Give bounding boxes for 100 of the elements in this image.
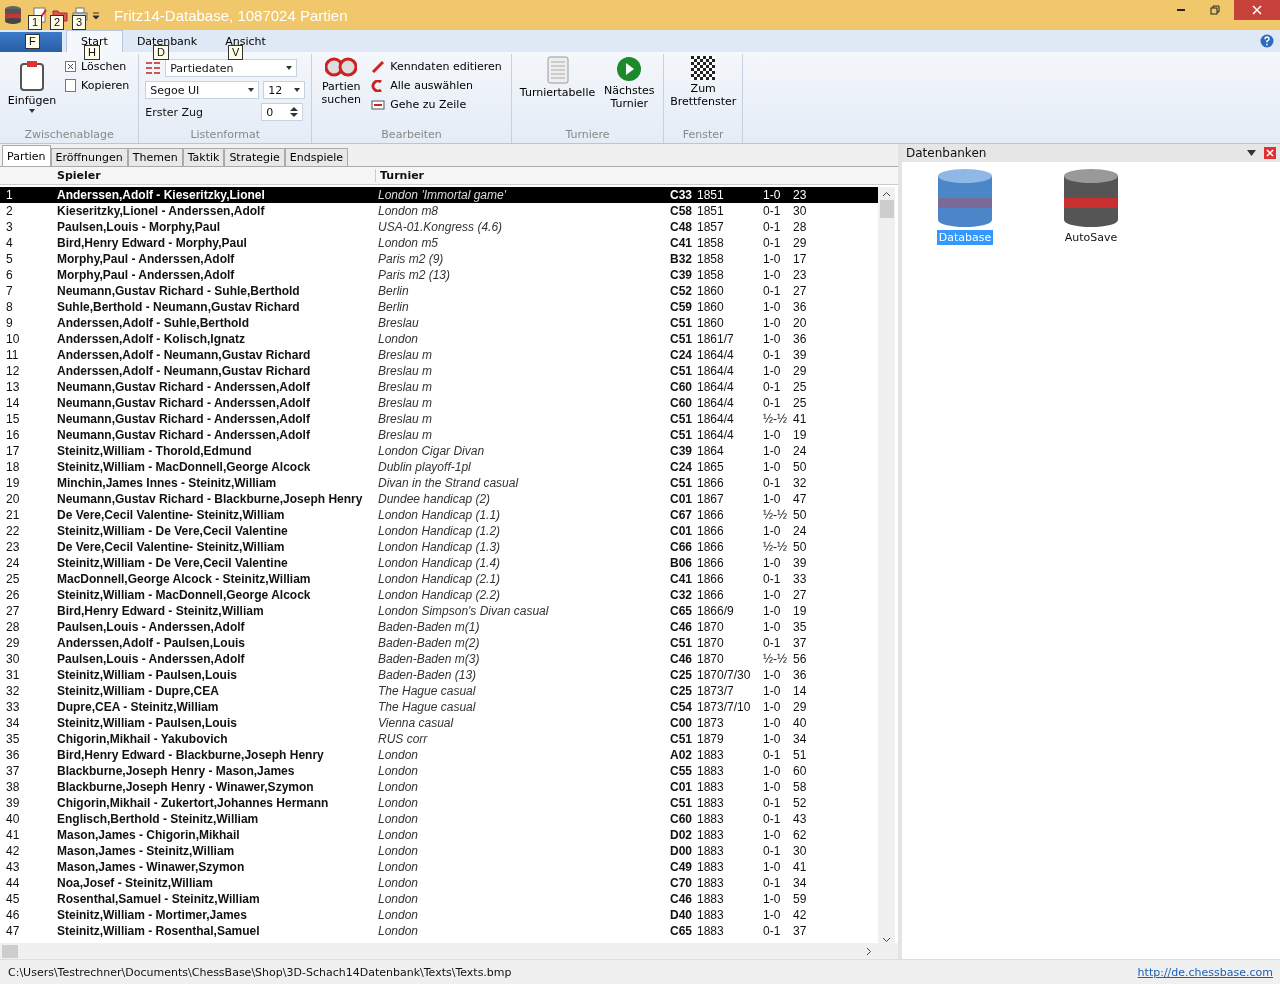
table-row[interactable]: 44 Noa,Josef - Steinitz,William London C70 1883 0-1 34: [0, 875, 878, 891]
help-icon[interactable]: [1260, 34, 1274, 48]
moves-cell: 23: [793, 268, 807, 282]
edit-action-button[interactable]: Alle auswählen: [368, 77, 505, 94]
table-row[interactable]: 28 Paulsen,Louis - Anderssen,Adolf Baden-Baden m(1) C46 1870 1-0 35: [0, 619, 878, 635]
table-row[interactable]: 16 Neumann,Gustav Richard - Anderssen,Adolf Breslau m C51 1864/4 1-0 19: [0, 427, 878, 443]
table-row[interactable]: 27 Bird,Henry Edward - Steinitz,William London Simpson's Divan casual C65 1866/9 1-0 19: [0, 603, 878, 619]
table-row[interactable]: 5 Morphy,Paul - Anderssen,Adolf Paris m2 (9) B32 1858 1-0 17: [0, 251, 878, 267]
table-row[interactable]: 6 Morphy,Paul - Anderssen,Adolf Paris m2 (13) C39 1858 1-0 23: [0, 267, 878, 283]
moves-cell: 19: [793, 604, 807, 618]
table-row[interactable]: 1 Anderssen,Adolf - Kieseritzky,Lionel London 'Immortal game' C33 1851 1-0 23: [0, 187, 878, 203]
moves-cell: 51: [793, 748, 807, 762]
row-number: 16: [5, 428, 21, 442]
year-cell-text: 1860: [697, 316, 725, 330]
table-row[interactable]: 12 Anderssen,Adolf - Neumann,Gustav Richard Breslau m C51 1864/4 1-0 29: [0, 363, 878, 379]
first-move-spinner[interactable]: 0: [261, 103, 304, 121]
dropdown-icon[interactable]: [1247, 150, 1256, 156]
players-cell-text: Steinitz,William - Mortimer,James: [57, 908, 248, 922]
year-cell-text: 1866: [697, 556, 725, 570]
edit-action-button[interactable]: Kenndaten editieren: [368, 58, 505, 75]
close-icon[interactable]: [1264, 147, 1276, 159]
table-row[interactable]: 19 Minchin,James Innes - Steinitz,William Divan in the Strand casual C51 1866 0-1 32: [0, 475, 878, 491]
table-row[interactable]: 2 Kieseritzky,Lionel - Anderssen,Adolf London m8 C58 1851 0-1 30: [0, 203, 878, 219]
table-row[interactable]: 11 Anderssen,Adolf - Neumann,Gustav Richard Breslau m C24 1864/4 0-1 39: [0, 347, 878, 363]
table-row[interactable]: 18 Steinitz,William - MacDonnell,George Alcock Dublin playoff-1pl C24 1865 1-0 50: [0, 459, 878, 475]
keytip: 1: [28, 15, 43, 30]
list-tab[interactable]: Themen: [127, 148, 183, 166]
list-tab[interactable]: Partien: [2, 145, 51, 166]
scroll-down-icon[interactable]: [882, 937, 891, 943]
table-row[interactable]: 20 Neumann,Gustav Richard - Blackburne,Joseph Henry Dundee handicap (2) C01 1867 1-0 47: [0, 491, 878, 507]
table-row[interactable]: 13 Neumann,Gustav Richard - Anderssen,Adolf Breslau m C60 1864/4 0-1 25: [0, 379, 878, 395]
row-number: 45: [5, 892, 21, 906]
table-row[interactable]: 23 De Vere,Cecil Valentine- Steinitz,William London Handicap (1.3) C66 1866 ½-½ 50: [0, 539, 878, 555]
table-row[interactable]: 24 Steinitz,William - De Vere,Cecil Valentine London Handicap (1.4) B06 1866 1-0 39: [0, 555, 878, 571]
scroll-thumb[interactable]: [2, 944, 18, 958]
database-label[interactable]: AutoSave: [1062, 230, 1120, 245]
table-row[interactable]: 7 Neumann,Gustav Richard - Suhle,Berthold Berlin C52 1860 0-1 27: [0, 283, 878, 299]
website-link[interactable]: http://de.chessbase.com: [1137, 965, 1273, 979]
font-dropdown[interactable]: Segoe UI: [145, 81, 260, 99]
copy-button[interactable]: Kopieren: [62, 77, 133, 94]
table-row[interactable]: 39 Chigorin,Mikhail - Zukertort,Johannes Hermann London C51 1883 0-1 52: [0, 795, 878, 811]
year-cell-text: 1883: [697, 860, 725, 874]
table-row[interactable]: 37 Blackburne,Joseph Henry - Mason,James London C55 1883 1-0 60: [0, 763, 878, 779]
delete-button[interactable]: Löschen: [62, 58, 133, 75]
format-dropdown[interactable]: Partiedaten: [165, 59, 298, 77]
table-row[interactable]: 33 Dupre,CEA - Steinitz,William The Hague casual C54 1873/7/10 1-0 29: [0, 699, 878, 715]
moves-cell: 29: [793, 364, 807, 378]
table-row[interactable]: 21 De Vere,Cecil Valentine- Steinitz,William London Handicap (1.1) C67 1866 ½-½ 50: [0, 507, 878, 523]
table-row[interactable]: 15 Neumann,Gustav Richard - Anderssen,Adolf Breslau m C51 1864/4 ½-½ 41: [0, 411, 878, 427]
column-header[interactable]: Spieler: [0, 169, 376, 182]
table-row[interactable]: 29 Anderssen,Adolf - Paulsen,Louis Baden-Baden m(2) C51 1870 0-1 37: [0, 635, 878, 651]
table-row[interactable]: 43 Mason,James - Winawer,Szymon London C49 1883 1-0 41: [0, 859, 878, 875]
table-row[interactable]: 32 Steinitz,William - Dupre,CEA The Hague casual C25 1873/7 1-0 14: [0, 683, 878, 699]
scroll-right-icon[interactable]: [866, 946, 872, 956]
result-cell-text: 1-0: [763, 620, 782, 634]
table-row[interactable]: 46 Steinitz,William - Mortimer,James London D40 1883 1-0 42: [0, 907, 878, 923]
search-games-button[interactable]: Partien suchen: [318, 54, 365, 128]
edit-action-button[interactable]: Gehe zu Zeile: [368, 96, 505, 113]
list-tab[interactable]: Taktik: [182, 148, 225, 166]
players-cell-text: Anderssen,Adolf - Neumann,Gustav Richard: [57, 364, 312, 378]
table-row[interactable]: 14 Neumann,Gustav Richard - Anderssen,Adolf Breslau m C60 1864/4 0-1 25: [0, 395, 878, 411]
table-row[interactable]: 3 Paulsen,Louis - Morphy,Paul USA-01.Kongress (4.6) C48 1857 0-1 28: [0, 219, 878, 235]
table-row[interactable]: 38 Blackburne,Joseph Henry - Winawer,Szymon London C01 1883 1-0 58: [0, 779, 878, 795]
eco-cell-text: B32: [670, 252, 693, 266]
scroll-up-icon[interactable]: [882, 191, 891, 197]
column-header[interactable]: Turnier: [376, 169, 425, 182]
table-row[interactable]: 26 Steinitz,William - MacDonnell,George Alcock London Handicap (2.2) C32 1866 1-0 27: [0, 587, 878, 603]
eco-cell-text: C51: [670, 316, 693, 330]
table-row[interactable]: 8 Suhle,Berthold - Neumann,Gustav Richard Berlin C59 1860 1-0 36: [0, 299, 878, 315]
table-row[interactable]: 45 Rosenthal,Samuel - Steinitz,William London C46 1883 1-0 59: [0, 891, 878, 907]
eco-cell-text: C70: [670, 876, 693, 890]
table-row[interactable]: 22 Steinitz,William - De Vere,Cecil Valentine London Handicap (1.2) C01 1866 1-0 24: [0, 523, 878, 539]
table-row[interactable]: 36 Bird,Henry Edward - Blackburne,Joseph Henry London A02 1883 0-1 51: [0, 747, 878, 763]
font-size-dropdown[interactable]: 12: [263, 81, 306, 99]
list-tab[interactable]: Endspiele: [284, 148, 349, 166]
list-tab[interactable]: Eröffnungen: [50, 148, 128, 166]
tournament-table-button[interactable]: Turniertabelle: [517, 54, 598, 128]
vertical-scrollbar[interactable]: [878, 187, 895, 943]
table-row[interactable]: 41 Mason,James - Chigorin,Mikhail London D02 1883 1-0 62: [0, 827, 878, 843]
table-row[interactable]: 34 Steinitz,William - Paulsen,Louis Vienna casual C00 1873 1-0 40: [0, 715, 878, 731]
paste-button[interactable]: Einfügen: [6, 54, 58, 128]
table-row[interactable]: 31 Steinitz,William - Paulsen,Louis Baden-Baden (13) C25 1870/7/30 1-0 36: [0, 667, 878, 683]
table-row[interactable]: 17 Steinitz,William - Thorold,Edmund London Cigar Divan C39 1864 1-0 24: [0, 443, 878, 459]
caret-icon: [294, 88, 301, 92]
scroll-thumb[interactable]: [879, 200, 894, 218]
next-tournament-button[interactable]: Nächstes Turnier: [601, 54, 658, 128]
table-row[interactable]: 30 Paulsen,Louis - Anderssen,Adolf Baden-Baden m(3) C46 1870 ½-½ 56: [0, 651, 878, 667]
table-row[interactable]: 40 Englisch,Berthold - Steinitz,William London C60 1883 0-1 43: [0, 811, 878, 827]
result-cell-text: 0-1: [763, 396, 782, 410]
table-row[interactable]: 47 Steinitz,William - Rosenthal,Samuel London C65 1883 0-1 37: [0, 923, 878, 939]
board-window-button[interactable]: Zum Brettfenster: [670, 54, 737, 128]
dropdown-icon[interactable]: [92, 10, 100, 20]
table-row[interactable]: 9 Anderssen,Adolf - Suhle,Berthold Breslau C51 1860 1-0 20: [0, 315, 878, 331]
horizontal-scrollbar[interactable]: [0, 943, 898, 959]
table-row[interactable]: 10 Anderssen,Adolf - Kolisch,Ignatz London C51 1861/7 1-0 36: [0, 331, 878, 347]
table-row[interactable]: 35 Chigorin,Mikhail - Yakubovich RUS corr C51 1879 1-0 34: [0, 731, 878, 747]
table-row[interactable]: 42 Mason,James - Steinitz,William London D00 1883 0-1 30: [0, 843, 878, 859]
list-tab[interactable]: Strategie: [224, 148, 285, 166]
table-row[interactable]: 25 MacDonnell,George Alcock - Steinitz,William London Handicap (2.1) C41 1866 0-1 33: [0, 571, 878, 587]
table-row[interactable]: 4 Bird,Henry Edward - Morphy,Paul London m5 C41 1858 0-1 29: [0, 235, 878, 251]
